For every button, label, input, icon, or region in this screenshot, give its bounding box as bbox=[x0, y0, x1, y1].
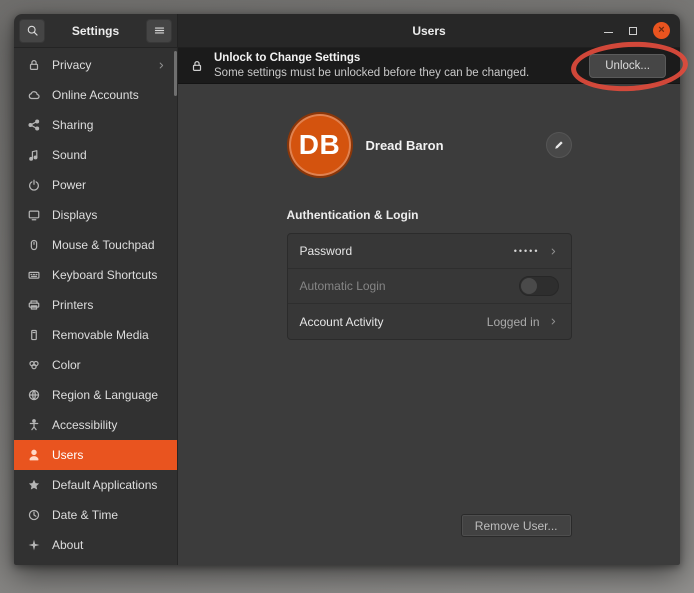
section-title-authentication: Authentication & Login bbox=[287, 208, 572, 222]
users-page: DB Dread Baron Authentication & Login Pa… bbox=[178, 84, 680, 565]
sidebar-item-removable-media[interactable]: Removable Media bbox=[14, 320, 177, 350]
unlock-banner-texts: Unlock to Change Settings Some settings … bbox=[214, 51, 529, 80]
sidebar-item-label: Date & Time bbox=[52, 508, 167, 522]
user-full-name: Dread Baron bbox=[366, 138, 444, 153]
sidebar-item-label: Default Applications bbox=[52, 478, 167, 492]
row-automatic-login: Automatic Login bbox=[288, 269, 571, 304]
sidebar-item-sharing[interactable]: Sharing bbox=[14, 110, 177, 140]
chevron-right-icon bbox=[548, 246, 559, 257]
edit-name-button[interactable] bbox=[546, 132, 572, 158]
sidebar-item-label: Printers bbox=[52, 298, 167, 312]
unlock-button[interactable]: Unlock... bbox=[589, 54, 666, 78]
sidebar-item-label: Online Accounts bbox=[52, 88, 167, 102]
row-value: Logged in bbox=[487, 315, 540, 329]
maximize-button[interactable] bbox=[629, 27, 637, 35]
search-icon bbox=[26, 24, 39, 37]
hamburger-menu-icon bbox=[153, 24, 166, 37]
sidebar-item-label: Displays bbox=[52, 208, 167, 222]
menu-button[interactable] bbox=[146, 19, 172, 43]
titlebar-left: Settings bbox=[14, 14, 178, 48]
automatic-login-toggle[interactable] bbox=[519, 276, 559, 296]
sidebar-item-mouse-and-touchpad[interactable]: Mouse & Touchpad bbox=[14, 230, 177, 260]
lock-icon bbox=[190, 59, 204, 73]
sidebar-item-displays[interactable]: Displays bbox=[14, 200, 177, 230]
row-label: Automatic Login bbox=[300, 279, 511, 293]
sparkle-icon bbox=[27, 538, 41, 552]
mouse-icon bbox=[27, 238, 41, 252]
pencil-icon bbox=[553, 139, 565, 151]
sidebar-scrollbar[interactable] bbox=[174, 51, 177, 96]
unlock-banner-subtitle: Some settings must be unlocked before th… bbox=[214, 66, 529, 80]
sidebar-item-label: Mouse & Touchpad bbox=[52, 238, 167, 252]
sidebar-item-privacy[interactable]: Privacy bbox=[14, 50, 177, 80]
sidebar-item-accessibility[interactable]: Accessibility bbox=[14, 410, 177, 440]
sidebar-item-power[interactable]: Power bbox=[14, 170, 177, 200]
row-account-activity[interactable]: Account Activity Logged in bbox=[288, 304, 571, 339]
toggle-knob bbox=[521, 278, 537, 294]
sidebar-item-label: Color bbox=[52, 358, 167, 372]
unlock-banner-title: Unlock to Change Settings bbox=[214, 51, 529, 65]
main-area: Privacy Online Accounts Sharing Sound Power D… bbox=[14, 48, 680, 565]
close-button[interactable]: × bbox=[653, 22, 670, 39]
sidebar-item-label: Removable Media bbox=[52, 328, 167, 342]
sidebar: Privacy Online Accounts Sharing Sound Power D… bbox=[14, 48, 178, 565]
sidebar-item-label: Sound bbox=[52, 148, 167, 162]
sidebar-item-online-accounts[interactable]: Online Accounts bbox=[14, 80, 177, 110]
sidebar-item-about[interactable]: About bbox=[14, 530, 177, 560]
sidebar-item-color[interactable]: Color bbox=[14, 350, 177, 380]
sidebar-item-label: Keyboard Shortcuts bbox=[52, 268, 167, 282]
sidebar-item-users[interactable]: Users bbox=[14, 440, 177, 470]
minimize-button[interactable] bbox=[604, 24, 613, 33]
clock-icon bbox=[27, 508, 41, 522]
lock-icon bbox=[27, 58, 41, 72]
sidebar-item-label: Region & Language bbox=[52, 388, 167, 402]
avatar: DB bbox=[287, 112, 353, 178]
titlebar: Settings Users × bbox=[14, 14, 680, 48]
star-icon bbox=[27, 478, 41, 492]
display-icon bbox=[27, 208, 41, 222]
sidebar-item-sound[interactable]: Sound bbox=[14, 140, 177, 170]
remove-user-row: Remove User... bbox=[287, 514, 572, 565]
row-label: Account Activity bbox=[300, 315, 479, 329]
sidebar-item-keyboard-shortcuts[interactable]: Keyboard Shortcuts bbox=[14, 260, 177, 290]
remove-user-button[interactable]: Remove User... bbox=[461, 514, 572, 537]
color-icon bbox=[27, 358, 41, 372]
window-title-settings: Settings bbox=[45, 24, 146, 38]
keyboard-icon bbox=[27, 268, 41, 282]
power-icon bbox=[27, 178, 41, 192]
chevron-right-icon bbox=[548, 316, 559, 327]
sidebar-item-label: Sharing bbox=[52, 118, 167, 132]
row-label: Password bbox=[300, 244, 506, 258]
profile-row: DB Dread Baron bbox=[287, 112, 572, 178]
window-controls: × bbox=[604, 14, 670, 47]
removable-media-icon bbox=[27, 328, 41, 342]
printer-icon bbox=[27, 298, 41, 312]
globe-icon bbox=[27, 388, 41, 402]
music-note-icon bbox=[27, 148, 41, 162]
sidebar-item-label: About bbox=[52, 538, 167, 552]
row-value: ••••• bbox=[514, 246, 540, 256]
titlebar-right: Users × bbox=[178, 14, 680, 48]
sidebar-item-label: Power bbox=[52, 178, 167, 192]
search-button[interactable] bbox=[19, 19, 45, 43]
user-icon bbox=[27, 448, 41, 462]
sidebar-item-label: Accessibility bbox=[52, 418, 167, 432]
sidebar-item-printers[interactable]: Printers bbox=[14, 290, 177, 320]
share-icon bbox=[27, 118, 41, 132]
accessibility-icon bbox=[27, 418, 41, 432]
page-title: Users bbox=[412, 24, 445, 38]
unlock-banner: Unlock to Change Settings Some settings … bbox=[178, 48, 680, 84]
row-password[interactable]: Password ••••• bbox=[288, 234, 571, 269]
sidebar-item-label: Users bbox=[52, 448, 167, 462]
users-panel: Unlock to Change Settings Some settings … bbox=[178, 48, 680, 565]
sidebar-item-date-and-time[interactable]: Date & Time bbox=[14, 500, 177, 530]
sidebar-item-label: Privacy bbox=[52, 58, 145, 72]
chevron-right-icon bbox=[156, 60, 167, 71]
settings-window: Settings Users × Privacy Online Accounts S… bbox=[14, 14, 680, 565]
authentication-card: Password ••••• Automatic Login Account Acti… bbox=[287, 233, 572, 340]
sidebar-item-default-applications[interactable]: Default Applications bbox=[14, 470, 177, 500]
cloud-icon bbox=[27, 88, 41, 102]
sidebar-item-region-and-language[interactable]: Region & Language bbox=[14, 380, 177, 410]
